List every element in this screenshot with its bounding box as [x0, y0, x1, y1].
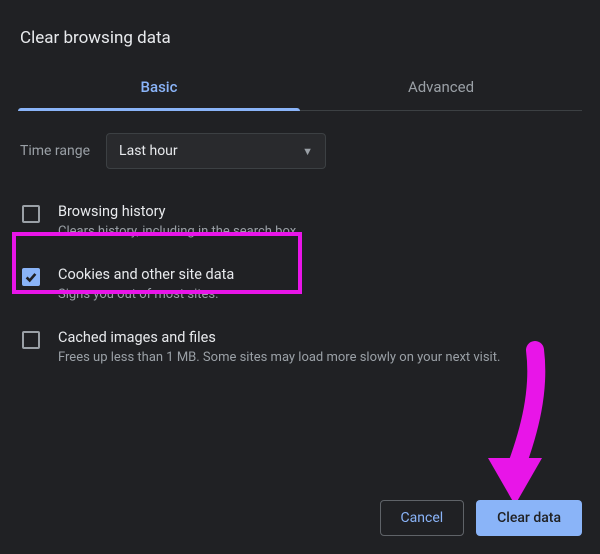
checkbox-browsing-history[interactable] [22, 205, 40, 223]
option-title: Browsing history [58, 203, 578, 220]
tab-label: Advanced [408, 78, 474, 96]
tab-label: Basic [141, 78, 178, 96]
option-cookies: Cookies and other site data Signs you ou… [18, 254, 582, 317]
clear-browsing-data-dialog: Clear browsing data Basic Advanced Time … [0, 0, 600, 380]
option-desc: Clears history, including in the search … [58, 223, 578, 242]
time-range-label: Time range [20, 143, 90, 159]
time-range-value: Last hour [119, 143, 178, 159]
option-title: Cached images and files [58, 329, 578, 346]
button-label: Clear data [497, 510, 561, 526]
option-cache: Cached images and files Frees up less th… [18, 317, 582, 380]
time-range-select[interactable]: Last hour ▼ [106, 133, 326, 169]
tab-advanced[interactable]: Advanced [300, 66, 582, 110]
time-range-row: Time range Last hour ▼ [18, 111, 582, 187]
button-label: Cancel [401, 510, 444, 526]
tab-basic[interactable]: Basic [18, 66, 300, 110]
check-icon [24, 270, 38, 284]
cancel-button[interactable]: Cancel [380, 500, 465, 536]
clear-data-button[interactable]: Clear data [476, 500, 582, 536]
checkbox-cookies[interactable] [22, 268, 40, 286]
option-desc: Frees up less than 1 MB. Some sites may … [58, 349, 578, 368]
option-title: Cookies and other site data [58, 266, 578, 283]
tab-bar: Basic Advanced [18, 66, 582, 111]
checkbox-cache[interactable] [22, 331, 40, 349]
option-desc: Signs you out of most sites. [58, 286, 578, 305]
chevron-down-icon: ▼ [302, 145, 313, 158]
dialog-title: Clear browsing data [18, 20, 582, 66]
dialog-actions: Cancel Clear data [380, 500, 582, 536]
options-list: Browsing history Clears history, includi… [18, 187, 582, 380]
option-browsing-history: Browsing history Clears history, includi… [18, 191, 582, 254]
